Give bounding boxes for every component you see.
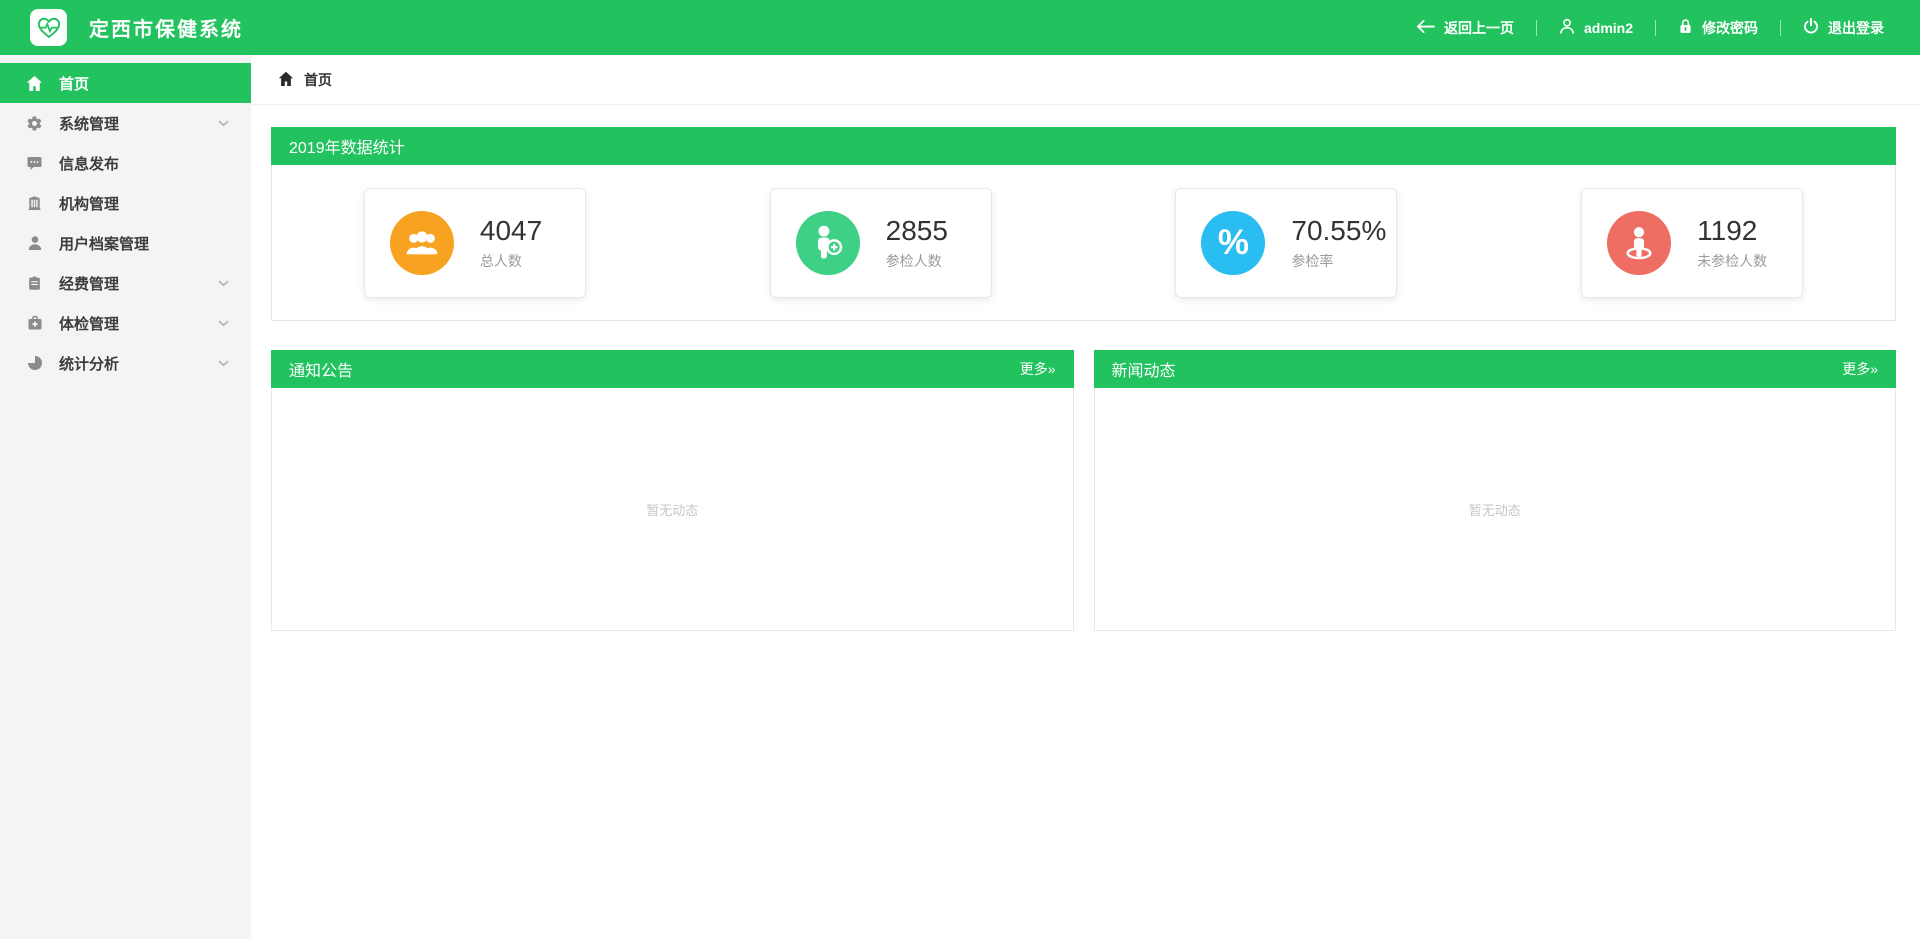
sidebar-item-label: 系统管理	[59, 113, 119, 134]
notice-more-link[interactable]: 更多»	[1020, 359, 1056, 379]
sidebar-item-info-publish[interactable]: 信息发布	[0, 143, 251, 183]
notice-empty-text: 暂无动态	[646, 500, 698, 519]
sidebar-item-user-archives[interactable]: 用户档案管理	[0, 223, 251, 263]
sidebar-item-funds-management[interactable]: 经费管理	[0, 263, 251, 303]
stat-label: 总人数	[480, 251, 542, 271]
top-header: 定西市保健系统 返回上一页 admin2	[0, 0, 1920, 55]
stat-value: 1192	[1697, 215, 1767, 247]
comment-icon	[25, 155, 44, 171]
stat-value: 4047	[480, 215, 542, 247]
back-arrow-icon	[1416, 19, 1435, 37]
notice-panel: 通知公告 更多» 暂无动态	[271, 350, 1074, 631]
breadcrumb-home-icon	[278, 71, 294, 89]
top-nav: 返回上一页 admin2 修改密码	[1416, 18, 1884, 38]
pie-chart-icon	[25, 355, 44, 371]
stat-label: 未参检人数	[1697, 251, 1767, 271]
app-logo-icon	[30, 9, 67, 46]
percent-icon: %	[1201, 211, 1265, 275]
news-panel: 新闻动态 更多» 暂无动态	[1094, 350, 1897, 631]
news-more-link[interactable]: 更多»	[1842, 359, 1878, 379]
person-plus-icon	[796, 211, 860, 275]
username: admin2	[1584, 20, 1633, 36]
notice-panel-title: 通知公告	[289, 357, 353, 381]
sidebar-item-label: 经费管理	[59, 273, 119, 294]
sidebar-item-org-management[interactable]: 机构管理	[0, 183, 251, 223]
notebook-icon	[25, 275, 44, 291]
news-panel-body: 暂无动态	[1094, 388, 1897, 631]
divider	[1780, 20, 1781, 36]
news-empty-text: 暂无动态	[1469, 500, 1521, 519]
breadcrumb: 首页	[251, 55, 1920, 105]
logout-button[interactable]: 退出登录	[1803, 18, 1884, 38]
person-pin-icon	[1607, 211, 1671, 275]
building-icon	[25, 195, 44, 211]
chevron-down-icon	[218, 120, 229, 127]
lock-icon	[1678, 18, 1693, 37]
panels-row: 通知公告 更多» 暂无动态 新闻动态 更多» 暂无动态	[271, 350, 1896, 631]
stats-body: 4047 总人数	[271, 165, 1896, 321]
back-button[interactable]: 返回上一页	[1416, 18, 1514, 38]
content-area: 2019年数据统计	[251, 105, 1920, 631]
sidebar-item-physical-exam[interactable]: 体检管理	[0, 303, 251, 343]
heart-pulse-icon	[36, 15, 62, 41]
sidebar-item-system-management[interactable]: 系统管理	[0, 103, 251, 143]
sidebar-item-home[interactable]: 首页	[0, 63, 251, 103]
chevron-down-icon	[218, 280, 229, 287]
sidebar-item-label: 体检管理	[59, 313, 119, 334]
power-icon	[1803, 18, 1819, 37]
app-title: 定西市保健系统	[89, 13, 243, 42]
change-password-label: 修改密码	[1702, 18, 1758, 38]
home-icon	[25, 75, 44, 91]
notice-panel-header: 通知公告 更多»	[271, 350, 1074, 388]
users-group-icon	[390, 211, 454, 275]
logout-label: 退出登录	[1828, 18, 1884, 38]
stat-value: 2855	[886, 215, 948, 247]
medkit-icon	[25, 315, 44, 331]
stat-text: 2855 参检人数	[886, 215, 948, 271]
news-panel-title: 新闻动态	[1112, 357, 1176, 381]
stat-label: 参检人数	[886, 251, 948, 271]
stat-card-rate: % 70.55% 参检率	[1175, 188, 1397, 298]
stat-text: 4047 总人数	[480, 215, 542, 271]
news-panel-header: 新闻动态 更多»	[1094, 350, 1897, 388]
user-menu[interactable]: admin2	[1559, 18, 1633, 37]
gear-icon	[25, 115, 44, 132]
stats-title: 2019年数据统计	[289, 134, 405, 158]
breadcrumb-label[interactable]: 首页	[304, 70, 332, 90]
sidebar-nav: 首页 系统管理 信息发布	[0, 55, 251, 939]
sidebar-item-label: 信息发布	[59, 153, 119, 174]
stats-panel-header: 2019年数据统计	[271, 127, 1896, 165]
chevron-down-icon	[218, 320, 229, 327]
stat-card-not-examined: 1192 未参检人数	[1581, 188, 1803, 298]
stat-label: 参检率	[1291, 251, 1386, 271]
sidebar-item-label: 统计分析	[59, 353, 119, 374]
divider	[1536, 20, 1537, 36]
stats-panel: 2019年数据统计	[271, 127, 1896, 321]
user-profile-icon	[1559, 18, 1575, 37]
stat-text: 70.55% 参检率	[1291, 215, 1386, 271]
brand: 定西市保健系统	[30, 9, 243, 46]
sidebar-item-label: 机构管理	[59, 193, 119, 214]
stat-card-examined: 2855 参检人数	[770, 188, 992, 298]
sidebar-item-label: 首页	[59, 73, 89, 94]
stat-card-total: 4047 总人数	[364, 188, 586, 298]
divider	[1655, 20, 1656, 36]
back-label: 返回上一页	[1444, 18, 1514, 38]
chevron-down-icon	[218, 360, 229, 367]
stat-text: 1192 未参检人数	[1697, 215, 1767, 271]
layout: 首页 系统管理 信息发布	[0, 55, 1920, 939]
main-content: 首页 2019年数据统计	[251, 55, 1920, 939]
change-password-button[interactable]: 修改密码	[1678, 18, 1758, 38]
notice-panel-body: 暂无动态	[271, 388, 1074, 631]
sidebar-item-label: 用户档案管理	[59, 233, 149, 254]
sidebar-item-statistics[interactable]: 统计分析	[0, 343, 251, 383]
user-icon	[25, 235, 44, 251]
stat-value: 70.55%	[1291, 215, 1386, 247]
